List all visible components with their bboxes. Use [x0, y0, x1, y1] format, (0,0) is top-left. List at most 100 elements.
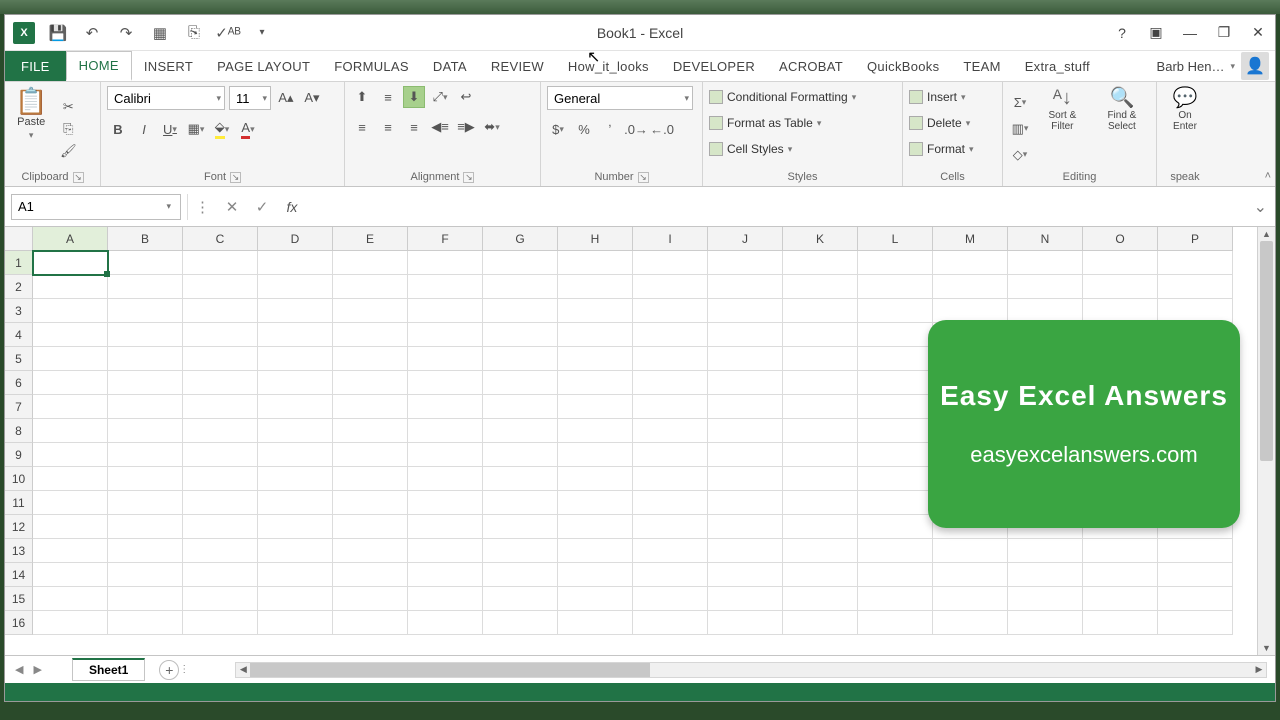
cell[interactable] — [858, 539, 933, 563]
cell[interactable] — [783, 611, 858, 635]
cell[interactable] — [108, 491, 183, 515]
restore-button[interactable]: ❐ — [1207, 15, 1241, 50]
cell[interactable] — [708, 587, 783, 611]
cell[interactable] — [633, 371, 708, 395]
cell[interactable] — [258, 371, 333, 395]
cell[interactable] — [258, 275, 333, 299]
cell[interactable] — [108, 395, 183, 419]
cell[interactable] — [1158, 539, 1233, 563]
cell[interactable] — [708, 611, 783, 635]
tab-extra-stuff[interactable]: Extra_stuff — [1013, 51, 1102, 81]
cell[interactable] — [483, 371, 558, 395]
cell[interactable] — [408, 251, 483, 275]
cell[interactable] — [1083, 611, 1158, 635]
cell[interactable] — [258, 563, 333, 587]
cell[interactable] — [108, 347, 183, 371]
cell[interactable] — [483, 611, 558, 635]
vertical-scrollbar[interactable]: ▲ ▼ — [1257, 227, 1275, 655]
cell[interactable] — [483, 443, 558, 467]
cell[interactable] — [858, 419, 933, 443]
cell[interactable] — [183, 515, 258, 539]
cell[interactable] — [708, 443, 783, 467]
cell[interactable] — [108, 251, 183, 275]
align-right-button[interactable]: ≡ — [403, 116, 425, 138]
help-button[interactable]: ? — [1105, 15, 1139, 50]
ribbon-display-options[interactable]: ▣ — [1139, 15, 1173, 50]
cell[interactable] — [33, 347, 108, 371]
cancel-formula-button[interactable]: ✕ — [217, 194, 247, 220]
column-header[interactable]: G — [483, 227, 558, 251]
cell[interactable] — [1008, 275, 1083, 299]
cell[interactable] — [33, 299, 108, 323]
tab-developer[interactable]: DEVELOPER — [661, 51, 767, 81]
delete-cells-button[interactable]: Delete▾ — [909, 112, 974, 134]
cell[interactable] — [708, 563, 783, 587]
cell[interactable] — [258, 443, 333, 467]
column-header[interactable]: F — [408, 227, 483, 251]
column-header[interactable]: H — [558, 227, 633, 251]
cell[interactable] — [108, 323, 183, 347]
expand-formula-bar-button[interactable]: ⌄ — [1254, 197, 1275, 217]
percent-button[interactable]: % — [573, 118, 595, 140]
cell[interactable] — [183, 443, 258, 467]
cell[interactable] — [1083, 539, 1158, 563]
tab-file[interactable]: FILE — [5, 51, 66, 81]
cell[interactable] — [258, 587, 333, 611]
cell[interactable] — [333, 587, 408, 611]
cell[interactable] — [1158, 251, 1233, 275]
cell[interactable] — [333, 563, 408, 587]
cell[interactable] — [633, 491, 708, 515]
align-top-button[interactable]: ⬆ — [351, 86, 373, 108]
cell[interactable] — [183, 299, 258, 323]
save-button[interactable]: 💾 — [45, 20, 71, 46]
row-header[interactable]: 4 — [5, 323, 33, 347]
collapse-ribbon-button[interactable]: ˄ — [1265, 170, 1271, 182]
scroll-down-button[interactable]: ▼ — [1258, 641, 1275, 655]
cell[interactable] — [1158, 563, 1233, 587]
cell[interactable] — [558, 371, 633, 395]
tab-formulas[interactable]: FORMULAS — [322, 51, 421, 81]
tab-home[interactable]: HOME — [66, 51, 132, 81]
cell[interactable] — [183, 323, 258, 347]
column-header[interactable]: E — [333, 227, 408, 251]
cell[interactable] — [258, 467, 333, 491]
cell[interactable] — [858, 395, 933, 419]
cell[interactable] — [33, 371, 108, 395]
cell[interactable] — [783, 323, 858, 347]
cell[interactable] — [258, 419, 333, 443]
wrap-text-button[interactable]: ↩ — [455, 86, 477, 108]
select-all-corner[interactable] — [5, 227, 33, 251]
row-header[interactable]: 8 — [5, 419, 33, 443]
cell[interactable] — [933, 275, 1008, 299]
cell[interactable] — [258, 347, 333, 371]
cell[interactable] — [333, 323, 408, 347]
cell[interactable] — [108, 443, 183, 467]
vscroll-thumb[interactable] — [1260, 241, 1273, 461]
fill-button[interactable]: ▥▾ — [1009, 118, 1031, 140]
cell[interactable] — [858, 323, 933, 347]
cell[interactable] — [258, 491, 333, 515]
increase-decimal-button[interactable]: .0→ — [625, 118, 647, 140]
cell[interactable] — [258, 323, 333, 347]
italic-button[interactable]: I — [133, 118, 155, 140]
horizontal-scrollbar[interactable]: ◀ ▶ — [235, 662, 1267, 678]
cell[interactable] — [858, 515, 933, 539]
cell[interactable] — [483, 539, 558, 563]
cell[interactable] — [1083, 587, 1158, 611]
tab-how-it-looks[interactable]: How_it_looks — [556, 51, 661, 81]
cell[interactable] — [408, 515, 483, 539]
cell[interactable] — [858, 491, 933, 515]
cell[interactable] — [108, 611, 183, 635]
align-middle-button[interactable]: ≡ — [377, 86, 399, 108]
clipboard-dialog-icon[interactable]: ↘ — [73, 172, 84, 183]
font-dialog-icon[interactable]: ↘ — [230, 172, 241, 183]
cell[interactable] — [558, 587, 633, 611]
cell[interactable] — [558, 299, 633, 323]
cell[interactable] — [783, 371, 858, 395]
column-header[interactable]: O — [1083, 227, 1158, 251]
cell[interactable] — [783, 419, 858, 443]
cell[interactable] — [558, 515, 633, 539]
cell[interactable] — [183, 563, 258, 587]
cell[interactable] — [858, 443, 933, 467]
align-left-button[interactable]: ≡ — [351, 116, 373, 138]
